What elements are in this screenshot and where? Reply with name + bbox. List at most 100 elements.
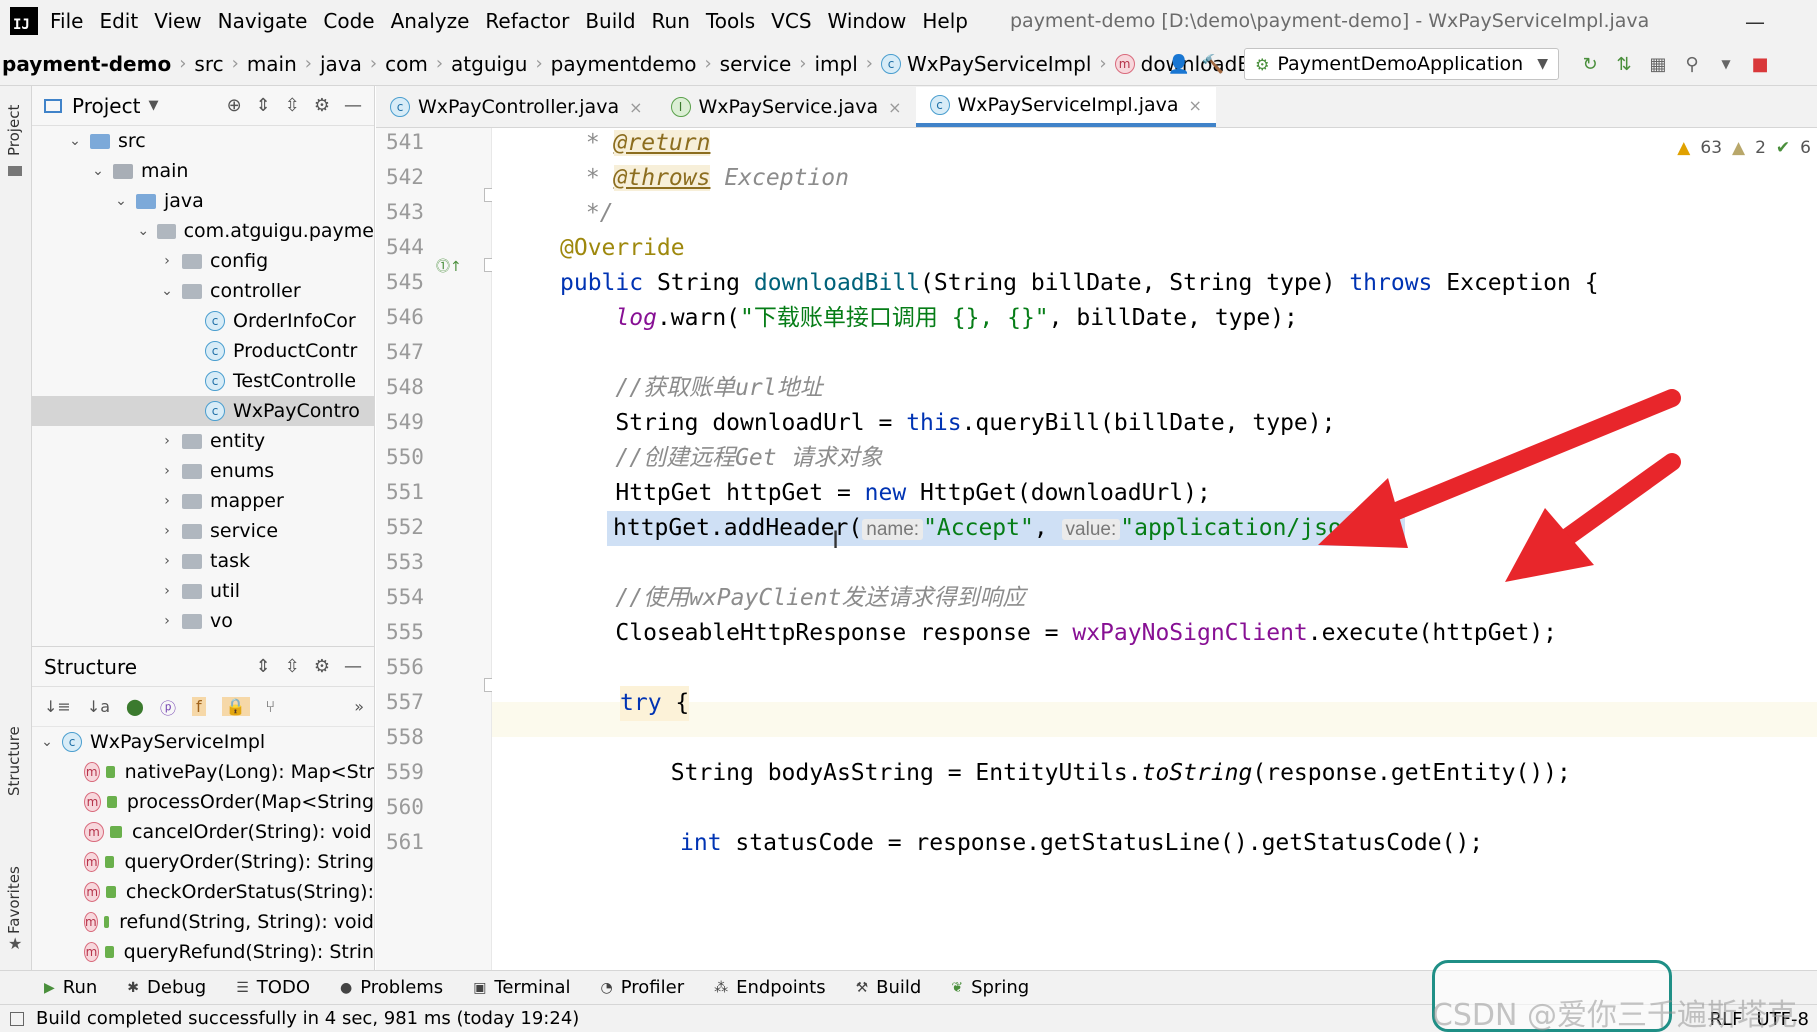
show-non-public-icon[interactable]: 🔒 (221, 697, 250, 716)
breadcrumb-atguigu[interactable]: atguigu (451, 52, 527, 76)
chevron-right-icon[interactable]: › (158, 433, 176, 449)
structure-member[interactable]: m checkOrderStatus(String): (32, 877, 374, 907)
collapse-all-icon[interactable]: ⇳ (285, 656, 300, 677)
project-tree-item[interactable]: ⌄ java (32, 186, 374, 216)
menu-file[interactable]: File (50, 9, 83, 33)
structure-member[interactable]: m cancelOrder(String): void (32, 817, 374, 847)
project-tree-item[interactable]: c ProductContr (32, 336, 374, 366)
project-tree-item[interactable]: › enums (32, 456, 374, 486)
collapse-all-icon[interactable]: ⇳ (285, 95, 300, 116)
menu-run[interactable]: Run (652, 9, 690, 33)
locate-icon[interactable]: ⊕ (227, 95, 242, 116)
inspection-widget[interactable]: ▲ 63 ▲ 2 ✔ 6 (1677, 128, 1817, 168)
tab-wxpayserviceimpl[interactable]: c WxPayServiceImpl.java × (915, 87, 1216, 127)
chevron-down-icon[interactable]: ⌄ (89, 163, 107, 179)
project-tree-item[interactable]: ⌄ src (32, 126, 374, 156)
chevron-right-icon[interactable]: › (158, 583, 176, 599)
chevron-down-icon[interactable]: ⌄ (135, 223, 151, 239)
menu-refactor[interactable]: Refactor (485, 9, 569, 33)
sort-alpha-icon[interactable]: ↓a (87, 697, 110, 716)
project-tree-item[interactable]: › entity (32, 426, 374, 456)
breadcrumb-service[interactable]: service (720, 52, 792, 76)
endpoints-tool-button[interactable]: ⁂ Endpoints (714, 977, 826, 998)
project-tree-item[interactable]: › vo (32, 606, 374, 636)
menu-edit[interactable]: Edit (99, 9, 138, 33)
profile-icon[interactable]: ⚲ (1679, 51, 1705, 77)
breadcrumb-src[interactable]: src (194, 52, 223, 76)
menu-window[interactable]: Window (828, 9, 907, 33)
breadcrumb-main[interactable]: main (247, 52, 297, 76)
user-dropdown-icon[interactable]: 👤 (1166, 51, 1192, 77)
expand-all-icon[interactable]: ⇕ (256, 95, 271, 116)
project-tree-item[interactable]: › task (32, 546, 374, 576)
show-properties-icon[interactable]: ⓟ (160, 695, 176, 719)
terminal-tool-button[interactable]: ▣ Terminal (473, 977, 570, 998)
chevron-right-icon[interactable]: › (158, 253, 176, 269)
build-hammer-icon[interactable]: 🔨 (1200, 51, 1226, 77)
minimize-button[interactable]: — (1745, 10, 1765, 34)
menu-vcs[interactable]: VCS (771, 9, 811, 33)
close-icon[interactable]: × (888, 98, 901, 117)
hide-icon[interactable]: — (344, 95, 362, 116)
chevron-right-icon[interactable]: › (158, 463, 176, 479)
menu-navigate[interactable]: Navigate (218, 9, 308, 33)
stop-icon[interactable]: ■ (1747, 51, 1773, 77)
hide-icon[interactable]: — (344, 656, 362, 677)
more-icon[interactable]: » (354, 697, 364, 716)
show-inherited-icon[interactable]: ⬤ (126, 697, 144, 716)
project-tree-item[interactable]: › config (32, 246, 374, 276)
tab-wxpaycontroller[interactable]: c WxPayController.java × (376, 87, 657, 127)
breadcrumb-class[interactable]: c WxPayServiceImpl (881, 52, 1091, 76)
chevron-right-icon[interactable]: › (158, 523, 176, 539)
chevron-down-icon[interactable]: ⌄ (158, 283, 176, 299)
chevron-down-icon[interactable]: ⌄ (112, 193, 130, 209)
problems-tool-button[interactable]: ● Problems (340, 977, 443, 998)
project-tree-item[interactable]: › service (32, 516, 374, 546)
profiler-tool-button[interactable]: ◔ Profiler (601, 977, 685, 998)
project-tree-item[interactable]: ⌄ main (32, 156, 374, 186)
gear-icon[interactable]: ⚙ (314, 656, 330, 677)
favorites-tool-tab[interactable]: Favorites (5, 866, 23, 934)
run-test-icon[interactable]: ⇅ (1611, 51, 1637, 77)
rerun-icon[interactable]: ↻ (1577, 51, 1603, 77)
filter-icon[interactable]: ⑂ (266, 697, 276, 716)
run-tool-button[interactable]: ▶ Run (44, 977, 97, 998)
menu-tools[interactable]: Tools (706, 9, 755, 33)
project-tree-item[interactable]: c WxPayContro (32, 396, 374, 426)
breadcrumb-com[interactable]: com (385, 52, 428, 76)
chevron-down-icon[interactable]: ⌄ (66, 133, 84, 149)
project-tree-item[interactable]: c TestControlle (32, 366, 374, 396)
tab-wxpayservice[interactable]: I WxPayService.java × (657, 87, 916, 127)
chevron-right-icon[interactable]: › (158, 613, 176, 629)
implements-method-icon[interactable]: ⓵↑ (436, 256, 462, 276)
gear-icon[interactable]: ⚙ (314, 95, 330, 116)
build-tool-button[interactable]: ⚒ Build (856, 977, 922, 998)
project-tool-tab[interactable]: Project (5, 105, 23, 156)
more-dropdown-icon[interactable]: ▼ (1713, 51, 1739, 77)
structure-member[interactable]: m queryRefund(String): Strin (32, 937, 374, 967)
menu-code[interactable]: Code (323, 9, 374, 33)
project-panel-title[interactable]: Project (72, 94, 140, 118)
project-tree-item[interactable]: ⌄ com.atguigu.payme (32, 216, 374, 246)
structure-member[interactable]: m processOrder(Map<String (32, 787, 374, 817)
breadcrumb-paymentdemo[interactable]: paymentdemo (551, 52, 697, 76)
expand-all-icon[interactable]: ⇕ (256, 656, 271, 677)
chevron-right-icon[interactable]: › (158, 553, 176, 569)
structure-tool-tab[interactable]: Structure (5, 726, 23, 796)
run-configuration-select[interactable]: ⚙ PaymentDemoApplication ▼ (1244, 48, 1559, 80)
breadcrumb-impl[interactable]: impl (815, 52, 858, 76)
chevron-right-icon[interactable]: › (158, 493, 176, 509)
toggle-tool-windows-icon[interactable] (10, 1011, 24, 1026)
structure-member[interactable]: m nativePay(Long): Map<Str (32, 757, 374, 787)
menu-build[interactable]: Build (585, 9, 635, 33)
debug-tool-button[interactable]: ✱ Debug (127, 977, 206, 998)
code-editor[interactable]: ▲ 63 ▲ 2 ✔ 6 * @return * @throws Exception … (492, 128, 1817, 970)
project-tree-item[interactable]: › util (32, 576, 374, 606)
menu-view[interactable]: View (154, 9, 201, 33)
structure-root[interactable]: ⌄ c WxPayServiceImpl (32, 727, 374, 757)
todo-tool-button[interactable]: ☰ TODO (236, 977, 310, 998)
structure-member[interactable]: m queryOrder(String): String (32, 847, 374, 877)
coverage-icon[interactable]: ▦ (1645, 51, 1671, 77)
project-tree-item[interactable]: › mapper (32, 486, 374, 516)
structure-member[interactable]: m refund(String, String): void (32, 907, 374, 937)
